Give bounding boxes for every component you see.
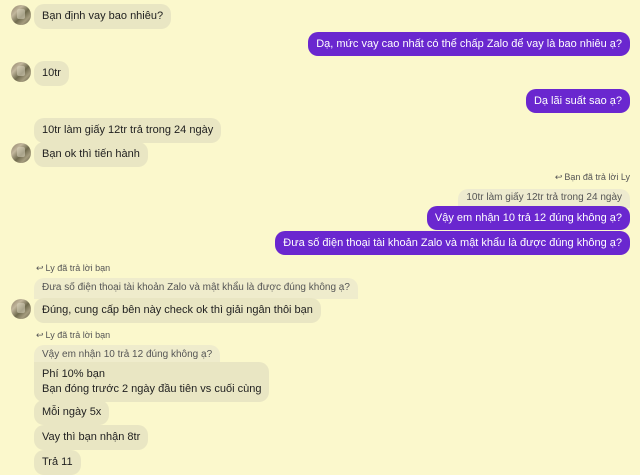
incoming-message: Phí 10% bạn Bạn đóng trước 2 ngày đầu ti… bbox=[34, 362, 270, 402]
contact-avatar[interactable] bbox=[11, 5, 31, 25]
incoming-message: 10tr làm giấy 12tr trả trong 24 ngày bbox=[34, 118, 222, 143]
reply-indicator: ↩ Ly đã trả lời bạn bbox=[36, 330, 111, 340]
contact-avatar[interactable] bbox=[11, 299, 31, 319]
incoming-message: Bạn định vay bao nhiêu? bbox=[34, 4, 172, 29]
outgoing-message: Vậy em nhận 10 trả 12 đúng không ạ? bbox=[426, 206, 630, 230]
outgoing-message: Dạ lãi suất sao ạ? bbox=[525, 89, 630, 113]
incoming-message: Vay thì bạn nhận 8tr bbox=[34, 425, 149, 450]
reply-indicator: ↩ Ly đã trả lời bạn bbox=[36, 263, 111, 273]
quoted-message[interactable]: Đưa số điện thoại tài khoản Zalo và mật … bbox=[34, 278, 358, 299]
reply-arrow-icon: ↩ bbox=[36, 330, 44, 340]
contact-avatar[interactable] bbox=[11, 143, 31, 163]
incoming-message: Đúng, cung cấp bên này check ok thì giải… bbox=[34, 298, 321, 323]
reply-indicator: ↩ Bạn đã trả lời Ly bbox=[554, 172, 630, 182]
outgoing-message: Dạ, mức vay cao nhất có thể chấp Zalo để… bbox=[308, 32, 630, 56]
incoming-message: Mỗi ngày 5x bbox=[34, 400, 110, 425]
reply-arrow-icon: ↩ bbox=[554, 172, 563, 182]
reply-arrow-icon: ↩ bbox=[36, 263, 44, 273]
incoming-message: 10tr bbox=[34, 61, 69, 86]
incoming-message: Bạn ok thì tiến hành bbox=[34, 142, 148, 167]
incoming-message: Trả 11 bbox=[34, 450, 81, 475]
contact-avatar[interactable] bbox=[11, 62, 31, 82]
outgoing-message: Đưa số điện thoại tài khoản Zalo và mật … bbox=[275, 231, 630, 255]
